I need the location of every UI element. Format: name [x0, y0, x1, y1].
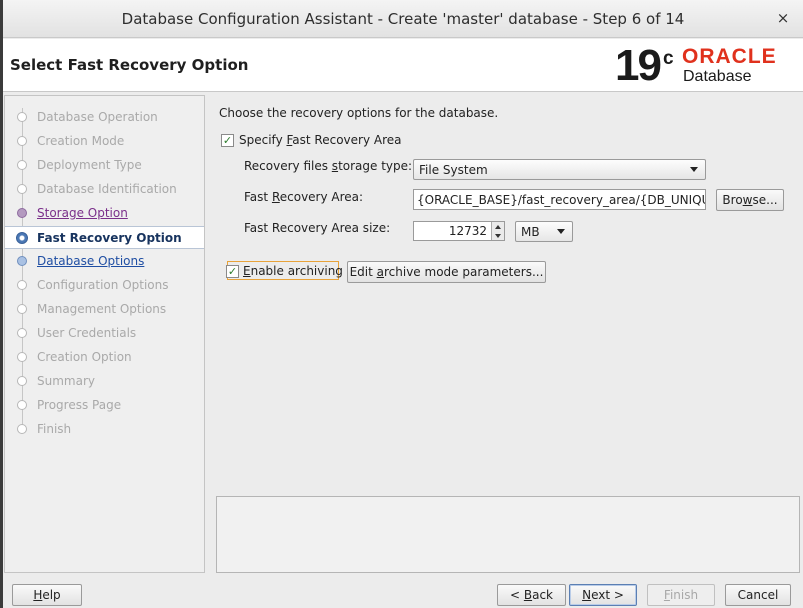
step-status-dot-icon	[17, 376, 27, 386]
nav-step-label: Summary	[37, 374, 95, 388]
specify-fra-label[interactable]: Specify Fast Recovery Area	[239, 133, 402, 147]
logo-version: 19	[615, 41, 662, 90]
checkmark-icon: ✓	[227, 265, 238, 278]
page-title: Select Fast Recovery Option	[10, 56, 249, 74]
nav-step-label: Database Identification	[37, 182, 177, 196]
nav-step-label: Deployment Type	[37, 158, 142, 172]
step-status-dot-icon	[17, 280, 27, 290]
storage-type-value: File System	[419, 163, 488, 177]
fra-size-unit-value: MB	[521, 225, 540, 239]
fra-size-label: Fast Recovery Area size:	[244, 221, 391, 235]
nav-step-label: Creation Mode	[37, 134, 125, 148]
logo-brand: ORACLE	[682, 45, 777, 68]
nav-step-finish: Finish	[5, 418, 204, 441]
enable-archiving-label[interactable]: Enable archiving	[243, 264, 343, 278]
nav-step-fast-recovery-option: Fast Recovery Option	[5, 226, 204, 249]
nav-step-label: Database Options	[37, 254, 145, 268]
checkmark-icon: ✓	[222, 134, 233, 147]
edit-archive-mode-button[interactable]: Edit archive mode parameters...	[347, 261, 546, 283]
fra-location-value: {ORACLE_BASE}/fast_recovery_area/{DB_UNI…	[417, 193, 706, 207]
step-status-dot-icon	[17, 208, 27, 218]
fra-size-unit-select[interactable]: MB	[515, 221, 573, 242]
step-status-dot-icon	[17, 184, 27, 194]
page-header: Select Fast Recovery Option 19 c ORACLE …	[3, 39, 803, 92]
nav-step-database-options[interactable]: Database Options	[5, 250, 204, 273]
nav-step-label: User Credentials	[37, 326, 137, 340]
nav-step-label: Progress Page	[37, 398, 122, 412]
intro-text: Choose the recovery options for the data…	[219, 106, 499, 120]
fra-location-input[interactable]: {ORACLE_BASE}/fast_recovery_area/{DB_UNI…	[413, 189, 706, 210]
step-status-dot-icon	[17, 328, 27, 338]
step-status-dot-icon	[17, 304, 27, 314]
finish-button[interactable]: Finish	[647, 584, 715, 606]
steps-navigation: Database Operation Creation Mode Deploymen…	[4, 95, 205, 573]
close-icon[interactable]: ×	[775, 9, 791, 27]
logo-version-suffix: c	[663, 48, 674, 69]
step-status-dot-icon	[17, 256, 27, 266]
nav-step-database-operation: Database Operation	[5, 106, 204, 129]
logo-product: Database	[683, 68, 752, 85]
nav-step-label: Database Operation	[37, 110, 158, 124]
nav-step-storage-option[interactable]: Storage Option	[5, 202, 204, 225]
storage-type-label: Recovery files storage type:	[244, 159, 413, 173]
nav-step-label: Management Options	[37, 302, 167, 316]
step-status-dot-icon	[16, 232, 28, 244]
nav-step-deployment-type: Deployment Type	[5, 154, 204, 177]
cancel-button[interactable]: Cancel	[725, 584, 791, 606]
browse-button[interactable]: Browse...	[716, 189, 784, 211]
fra-size-value: 12732	[448, 224, 487, 238]
fra-location-label: Fast Recovery Area:	[244, 190, 364, 204]
main-content: Choose the recovery options for the data…	[208, 95, 803, 575]
footer-buttons: Help < Back Next > Finish Cancel	[3, 576, 803, 608]
step-status-dot-icon	[17, 160, 27, 170]
spinner-down-icon[interactable]	[491, 231, 504, 240]
storage-type-select[interactable]: File System	[413, 159, 706, 180]
nav-step-label: Configuration Options	[37, 278, 169, 292]
step-status-dot-icon	[17, 400, 27, 410]
back-button[interactable]: < Back	[497, 584, 566, 606]
step-status-dot-icon	[17, 112, 27, 122]
nav-step-database-identification: Database Identification	[5, 178, 204, 201]
message-pane	[216, 496, 800, 573]
window-title: Database Configuration Assistant - Creat…	[121, 10, 685, 28]
nav-step-label: Fast Recovery Option	[37, 231, 182, 245]
nav-step-configuration-options: Configuration Options	[5, 274, 204, 297]
step-status-dot-icon	[17, 136, 27, 146]
nav-step-label: Creation Option	[37, 350, 132, 364]
nav-step-label: Storage Option	[37, 206, 128, 220]
fra-size-spinner[interactable]: 12732	[413, 221, 505, 241]
specify-fra-checkbox[interactable]: ✓	[221, 134, 234, 147]
nav-step-progress-page: Progress Page	[5, 394, 204, 417]
nav-step-user-credentials: User Credentials	[5, 322, 204, 345]
next-button[interactable]: Next >	[569, 584, 637, 606]
nav-step-management-options: Management Options	[5, 298, 204, 321]
chevron-down-icon	[690, 167, 698, 172]
nav-step-summary: Summary	[5, 370, 204, 393]
dbca-window: Database Configuration Assistant - Creat…	[3, 0, 803, 608]
title-bar: Database Configuration Assistant - Creat…	[3, 0, 803, 38]
nav-step-label: Finish	[37, 422, 72, 436]
step-status-dot-icon	[17, 352, 27, 362]
nav-step-creation-option: Creation Option	[5, 346, 204, 369]
chevron-down-icon	[557, 229, 565, 234]
nav-step-creation-mode: Creation Mode	[5, 130, 204, 153]
step-status-dot-icon	[17, 424, 27, 434]
enable-archiving-checkbox[interactable]: ✓	[226, 265, 239, 278]
help-button[interactable]: Help	[12, 584, 82, 606]
